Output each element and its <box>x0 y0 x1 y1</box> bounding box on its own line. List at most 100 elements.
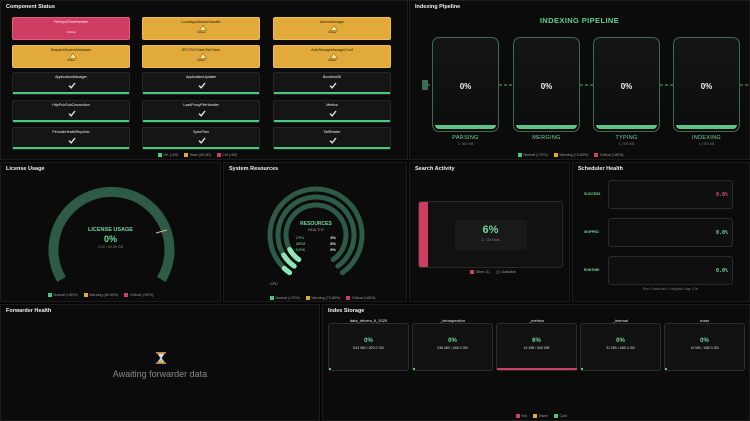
stage-percent: 0% <box>700 82 713 91</box>
pipeline-legend-normal: Normal (<70%) <box>523 153 548 157</box>
scheduler-row[interactable]: 0.0% <box>608 256 733 285</box>
index-size: 31 MB / 488.3 GB <box>606 346 635 350</box>
component-card[interactable]: DispatchSearchMetadata Yellow <box>12 44 130 68</box>
resource-axis-label: CPU <box>270 282 278 286</box>
stage-fill <box>676 125 737 129</box>
scheduler-row[interactable]: 0.0% <box>608 218 733 247</box>
index-storage-title: Index Storage <box>328 308 365 314</box>
pipeline-legend-warning: Warning (70-85%) <box>559 153 589 157</box>
component-card[interactable]: SpecFiles <box>142 127 260 150</box>
component-name: RFC7617UserSiteToken <box>181 47 221 52</box>
index-legend-cold: Cold <box>559 414 567 418</box>
component-health-bar <box>274 119 390 122</box>
component-card[interactable]: LoadProxyFileHandler <box>142 99 260 123</box>
component-card[interactable]: Metrics <box>273 99 391 123</box>
resource-metric-name: DISK <box>296 247 306 252</box>
scheduler-row-label: RUNTIME <box>584 268 600 272</box>
check-icon <box>68 82 76 89</box>
forwarder-health-panel: Forwarder Health Awaiting forwarder data <box>0 304 320 421</box>
scheduler-row[interactable]: 0.0% <box>608 180 733 209</box>
component-health-bar <box>143 92 259 94</box>
check-icon <box>198 82 206 89</box>
resources-legend-normal: Normal (<70%) <box>275 296 300 300</box>
scheduler-row-label: SUCCESS <box>584 192 601 196</box>
index-size: 10 MB / 488.3 GB <box>690 346 719 350</box>
component-card[interactable]: ApplicationUpdater <box>142 72 260 95</box>
pipeline-stage-tank[interactable]: 0% <box>513 37 580 132</box>
index-size: 643 MB / 500.0 GB <box>353 346 384 350</box>
pipeline-stage-tank[interactable]: 0% <box>593 37 660 132</box>
stage-fill <box>516 125 577 129</box>
component-card[interactable]: FileInputTimeHandler Critical <box>12 17 130 40</box>
hourglass-icon <box>156 352 166 364</box>
index-card[interactable]: 0% 10 MB / 488.3 GB <box>664 323 745 371</box>
pipeline-legend: Normal (<70%) Warning (70-85%) Critical … <box>518 153 624 158</box>
component-legend: OK (<60) Warn (60-80) Crit (>80) <box>158 153 237 158</box>
component-name: ApplicationManager <box>55 75 87 79</box>
pipeline-flow-3 <box>660 84 673 86</box>
component-status-panel: Component Status FileInputTimeHandler Cri… <box>0 0 408 160</box>
component-card[interactable]: AuthStorageManagerConf Yellow <box>273 44 391 68</box>
stage-percent: 0% <box>540 82 553 91</box>
component-card[interactable]: PeriodicHealthReporter <box>12 127 130 150</box>
component-name: DispatchSearchMetadata <box>50 47 92 52</box>
legend-warn: Warn (60-80) <box>189 153 211 157</box>
index-card[interactable]: 6% 41 MB / 645 MB <box>496 323 578 371</box>
license-legend: Normal (<80%) Warning (80-99%) Critical … <box>48 293 153 298</box>
component-health-bar <box>274 92 390 94</box>
license-usage-panel: License Usage LICENSE USAGE 0% 0.00 / 50… <box>0 162 221 302</box>
resource-metrics: CPU 3% MEM 8% DISK 9% <box>296 235 336 253</box>
pipeline-inlet-icon <box>422 80 428 90</box>
stage-sub: 1 / 500 KB <box>698 142 715 146</box>
scheduler-health-title: Scheduler Health <box>578 166 623 172</box>
component-name: ApplicationUpdater <box>185 75 217 79</box>
resource-metric-row: DISK 9% <box>296 247 336 253</box>
index-percent: 6% <box>532 338 541 344</box>
index-card[interactable]: 0% 31 MB / 488.3 GB <box>580 323 661 371</box>
search-activity-panel: Search Activity 6% 2 / 30 slots Other (1… <box>409 162 570 302</box>
component-name: SpecFiles <box>193 130 209 134</box>
index-card[interactable]: 0% 246 MB / 488.3 GB <box>412 323 493 371</box>
component-card[interactable]: HttpPubSubConnection <box>12 99 130 123</box>
pipeline-heading: INDEXING PIPELINE <box>539 16 620 25</box>
forwarder-health-title: Forwarder Health <box>6 308 52 314</box>
component-card[interactable]: ApplicationManager <box>12 72 130 95</box>
stage-percent: 0% <box>459 82 472 91</box>
component-status-text: Yellow <box>196 57 206 62</box>
scheduler-row-value: 0.0% <box>715 192 728 198</box>
component-card[interactable]: TailReader <box>273 127 391 150</box>
system-resources-panel: System Resources RESOURCES HEALTHY CPU 3%… <box>223 162 407 302</box>
stage-sub: 1 / 500 KB <box>457 142 474 146</box>
pipeline-legend-critical: Critical (>85%) <box>599 153 624 157</box>
pipeline-stage-tank[interactable]: 0% <box>432 37 499 132</box>
component-name: LocalAppsAdminHandler <box>181 20 221 24</box>
component-status-title: Component Status <box>6 4 55 10</box>
scheduler-row-value: 0.0% <box>715 268 728 274</box>
component-status-text: Yellow <box>327 57 337 62</box>
component-status-text: Yellow <box>196 30 206 34</box>
component-health-bar <box>13 119 129 122</box>
component-health-bar <box>13 147 129 149</box>
pipeline-flow-out <box>740 84 749 86</box>
legend-ok: OK (<60) <box>163 153 179 157</box>
check-icon <box>329 110 337 117</box>
component-card[interactable]: BundlesUtil <box>273 72 391 95</box>
resources-heading: RESOURCES <box>300 221 332 227</box>
component-card[interactable]: LocalAppsAdminHandler Yellow <box>142 17 260 40</box>
resource-metric-value: 9% <box>330 247 336 252</box>
check-icon <box>68 110 76 117</box>
component-card[interactable]: AdminManager Yellow <box>273 17 391 40</box>
index-card[interactable]: 0% 643 MB / 500.0 GB <box>328 323 409 371</box>
resources-legend-warning: Warning (70-85%) <box>311 296 341 300</box>
component-card[interactable]: RFC7617UserSiteToken Yellow <box>142 44 260 68</box>
index-legend-warm: Warm <box>538 414 549 418</box>
search-legend-available: Available <box>501 270 516 274</box>
scheduler-row-value: 0.0% <box>715 230 728 236</box>
index-legend: Hot Warm Cold <box>516 414 567 419</box>
component-health-bar <box>274 147 390 149</box>
search-activity-box: 6% 2 / 30 slots <box>418 201 563 268</box>
pipeline-stage-tank[interactable]: 0% <box>673 37 740 132</box>
license-gauge-label: LICENSE USAGE <box>88 227 133 233</box>
index-usage-bar <box>665 367 667 370</box>
indexing-pipeline-title: Indexing Pipeline <box>415 4 461 10</box>
